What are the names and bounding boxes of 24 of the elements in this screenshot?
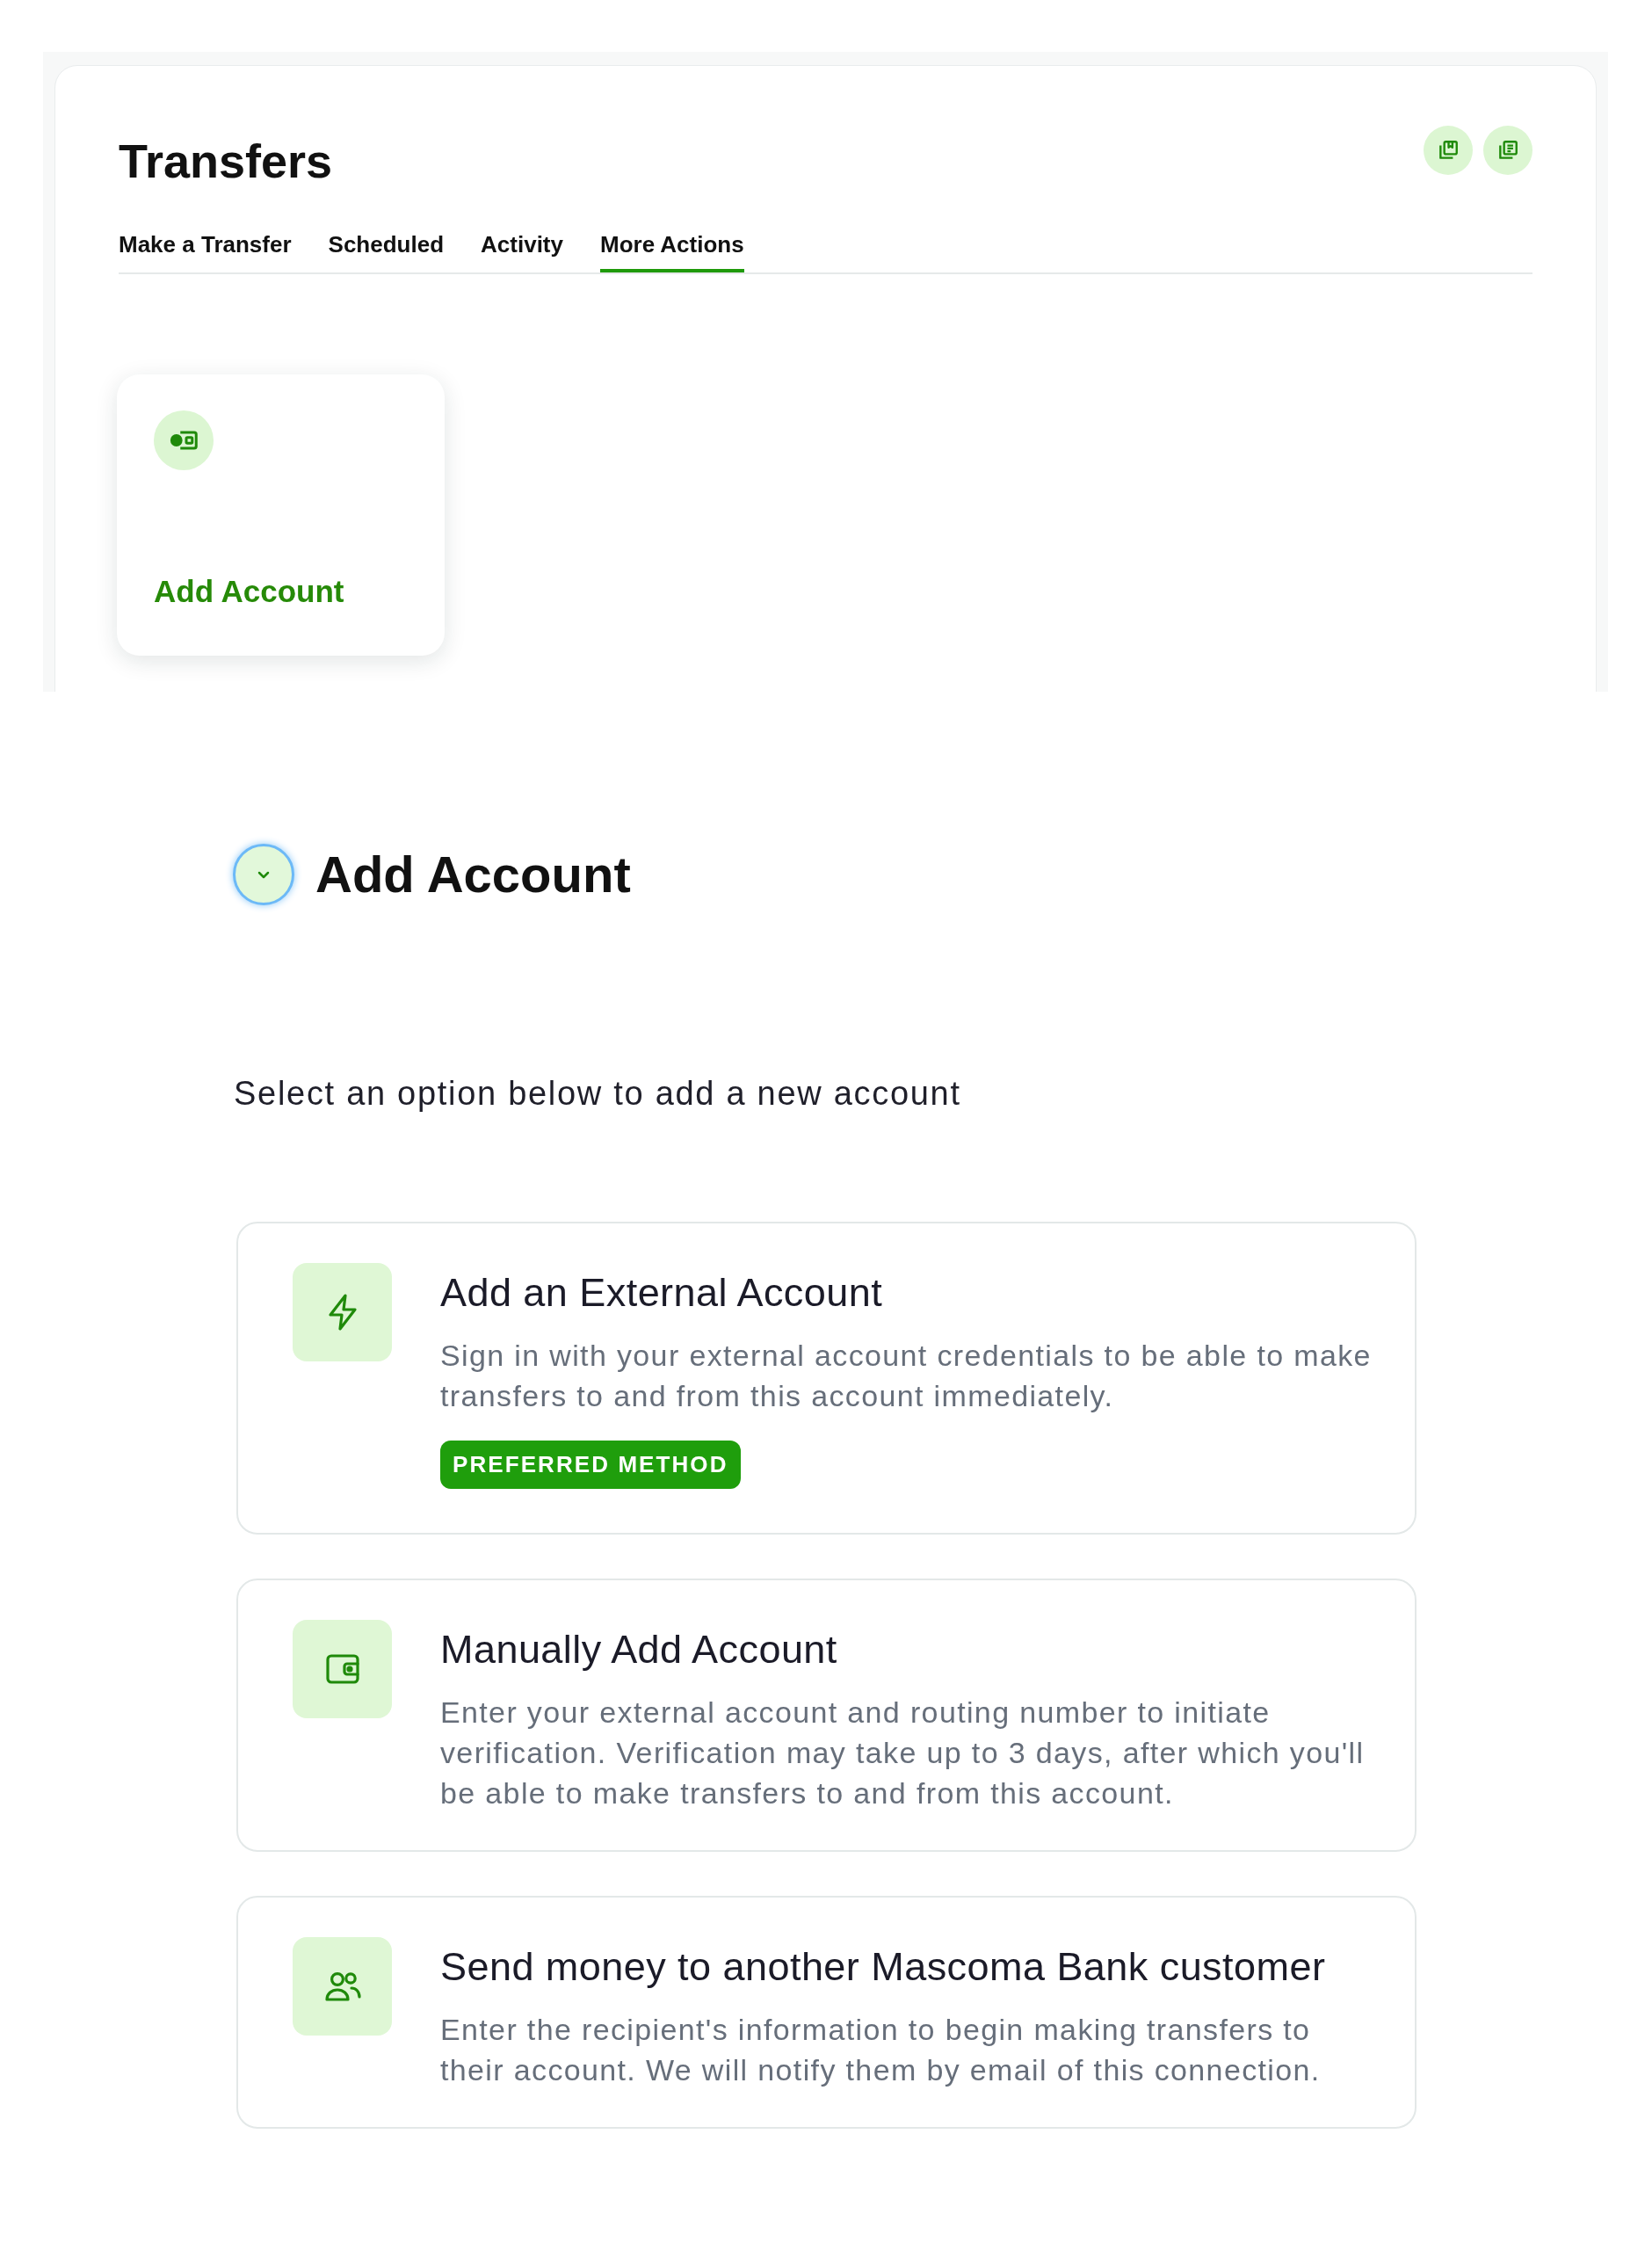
tab[interactable]: More Actions bbox=[599, 229, 744, 272]
lightning-icon bbox=[293, 1263, 392, 1361]
option-title: Manually Add Account bbox=[440, 1627, 837, 1673]
wallet-coin-icon bbox=[154, 410, 214, 470]
option-description: Sign in with your external account credentials to be able to make transfers to and from this account immediately. bbox=[440, 1338, 1373, 1414]
bookmark-stack-icon[interactable] bbox=[1424, 126, 1473, 175]
intro-text: Select an option below to add a new account bbox=[233, 1074, 962, 1114]
option-description: Enter your external account and routing number to initiate verification. Verification may take up to 3 days, after which you'll be able to make transfers to and from this account. bbox=[440, 1695, 1366, 1811]
option-title: Add an External Account bbox=[440, 1270, 883, 1316]
tab[interactable]: Scheduled bbox=[328, 229, 445, 272]
option-card[interactable]: Manually Add Account Enter your external account and routing number to initiate verification. Verification may take up to 3 days, after which you'll be able to make transfers to and from this account. bbox=[236, 1579, 1417, 1852]
option-title: Send money to another Mascoma Bank customer bbox=[440, 1944, 1326, 1990]
tab[interactable]: Make a Transfer bbox=[119, 229, 292, 272]
option-card[interactable]: Add an External Account Sign in with your external account credentials to be able to make transfers to and from this account immediately. PREFERRED METHOD bbox=[236, 1222, 1417, 1535]
tab[interactable]: Activity bbox=[481, 229, 563, 272]
option-card[interactable]: Send money to another Mascoma Bank customer Enter the recipient's information to begin making transfers to their account. We will notify them by email of this connection. bbox=[236, 1896, 1417, 2129]
page-title: Transfers bbox=[119, 134, 333, 189]
wallet-icon bbox=[293, 1620, 392, 1718]
action-card[interactable]: Add Account bbox=[117, 374, 445, 656]
option-description: Enter the recipient's information to begin making transfers to their account. We will notify them by email of this connection. bbox=[440, 2012, 1322, 2088]
document-stack-icon[interactable] bbox=[1483, 126, 1532, 175]
people-icon bbox=[293, 1937, 392, 2036]
preferred-badge: PREFERRED METHOD bbox=[440, 1441, 741, 1489]
section-title: Add Account bbox=[315, 846, 631, 903]
